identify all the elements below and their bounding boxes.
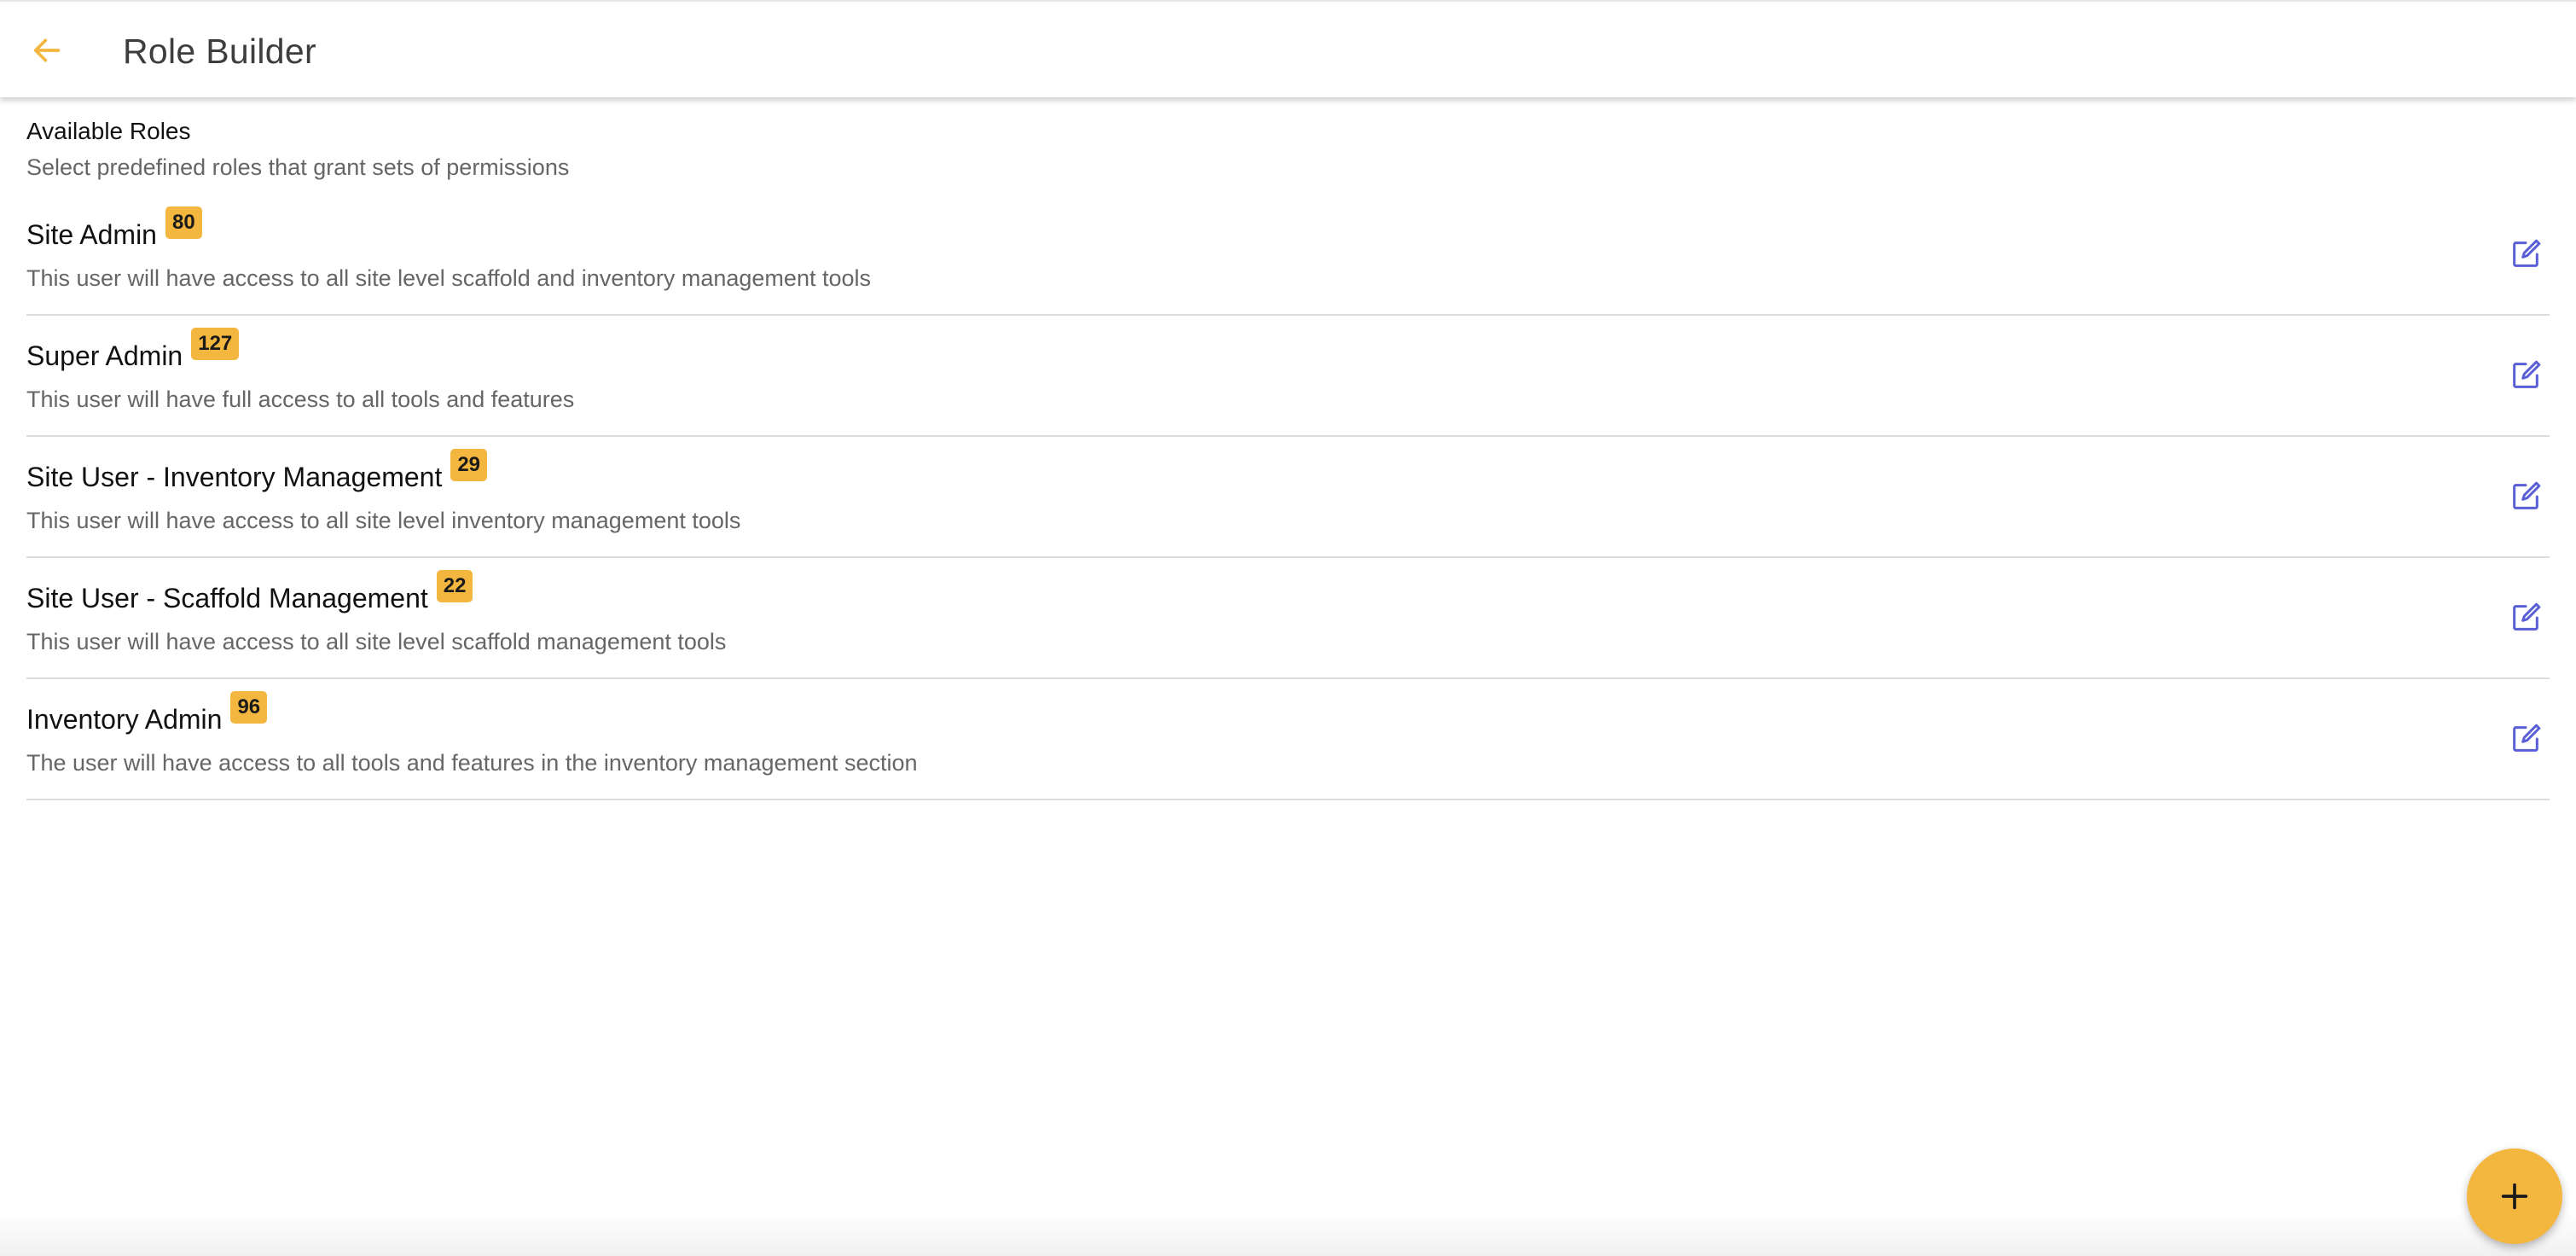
role-row-inventory-admin[interactable]: Inventory Admin 96 The user will have ac… — [26, 679, 2550, 800]
role-row-super-admin[interactable]: Super Admin 127 This user will have full… — [26, 316, 2550, 437]
role-name: Site User - Inventory Management — [26, 462, 443, 492]
edit-role-button[interactable] — [2502, 473, 2550, 520]
role-row-site-admin[interactable]: Site Admin 80 This user will have access… — [26, 195, 2550, 316]
role-name: Inventory Admin — [26, 704, 223, 735]
edit-icon — [2513, 239, 2541, 267]
user-count-badge: 22 — [436, 570, 473, 602]
edit-role-button[interactable] — [2502, 715, 2550, 763]
section-subtitle: Select predefined roles that grant sets … — [26, 154, 570, 180]
edit-role-button[interactable] — [2502, 230, 2550, 278]
role-title-line: Site User - Inventory Management 29 — [26, 449, 488, 497]
back-button[interactable] — [19, 22, 75, 78]
role-builder-page: Role Builder Available Roles Select pred… — [0, 0, 2576, 1256]
role-name: Site User - Scaffold Management — [26, 583, 428, 613]
app-header: Role Builder — [0, 0, 2576, 97]
edit-icon — [2513, 724, 2541, 752]
user-count-badge: 127 — [191, 328, 240, 360]
edit-icon — [2513, 602, 2541, 631]
role-name: Super Admin — [26, 340, 183, 371]
role-title-line: Super Admin 127 — [26, 328, 240, 375]
role-title-line: Site User - Scaffold Management 22 — [26, 570, 473, 618]
roles-list: Site Admin 80 This user will have access… — [26, 195, 2550, 800]
role-description: This user will have access to all site l… — [26, 508, 741, 533]
edit-role-button[interactable] — [2502, 594, 2550, 642]
arrow-left-icon — [33, 38, 61, 62]
edit-icon — [2513, 360, 2541, 388]
role-description: This user will have access to all site l… — [26, 629, 727, 654]
page-title: Role Builder — [123, 32, 316, 71]
role-title-line: Inventory Admin 96 — [26, 691, 268, 739]
section-title: Available Roles — [26, 118, 191, 144]
user-count-badge: 29 — [450, 449, 488, 481]
user-count-badge: 96 — [230, 691, 268, 724]
plus-icon — [2501, 1183, 2528, 1210]
edit-role-button[interactable] — [2502, 352, 2550, 399]
role-description: The user will have access to all tools a… — [26, 750, 918, 776]
user-count-badge: 80 — [165, 206, 202, 239]
role-row-site-user-inventory[interactable]: Site User - Inventory Management 29 This… — [26, 437, 2550, 558]
role-row-site-user-scaffold[interactable]: Site User - Scaffold Management 22 This … — [26, 558, 2550, 679]
edit-icon — [2513, 481, 2541, 509]
role-description: This user will have full access to all t… — [26, 387, 575, 412]
role-name: Site Admin — [26, 219, 157, 250]
bottom-shadow — [0, 1212, 2576, 1256]
add-role-button[interactable] — [2467, 1148, 2562, 1244]
role-description: This user will have access to all site l… — [26, 265, 871, 291]
role-title-line: Site Admin 80 — [26, 206, 202, 254]
